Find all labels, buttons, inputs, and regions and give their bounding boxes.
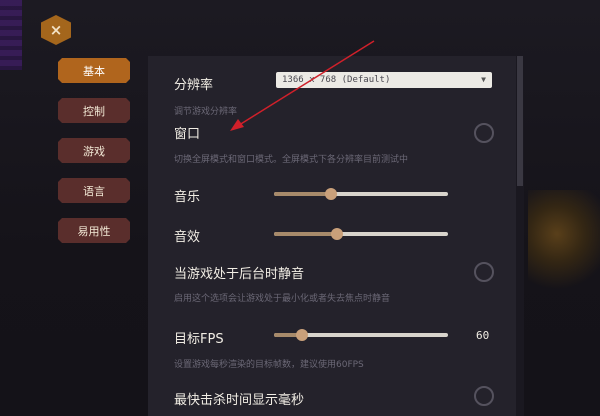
annotation-arrow	[230, 40, 375, 131]
